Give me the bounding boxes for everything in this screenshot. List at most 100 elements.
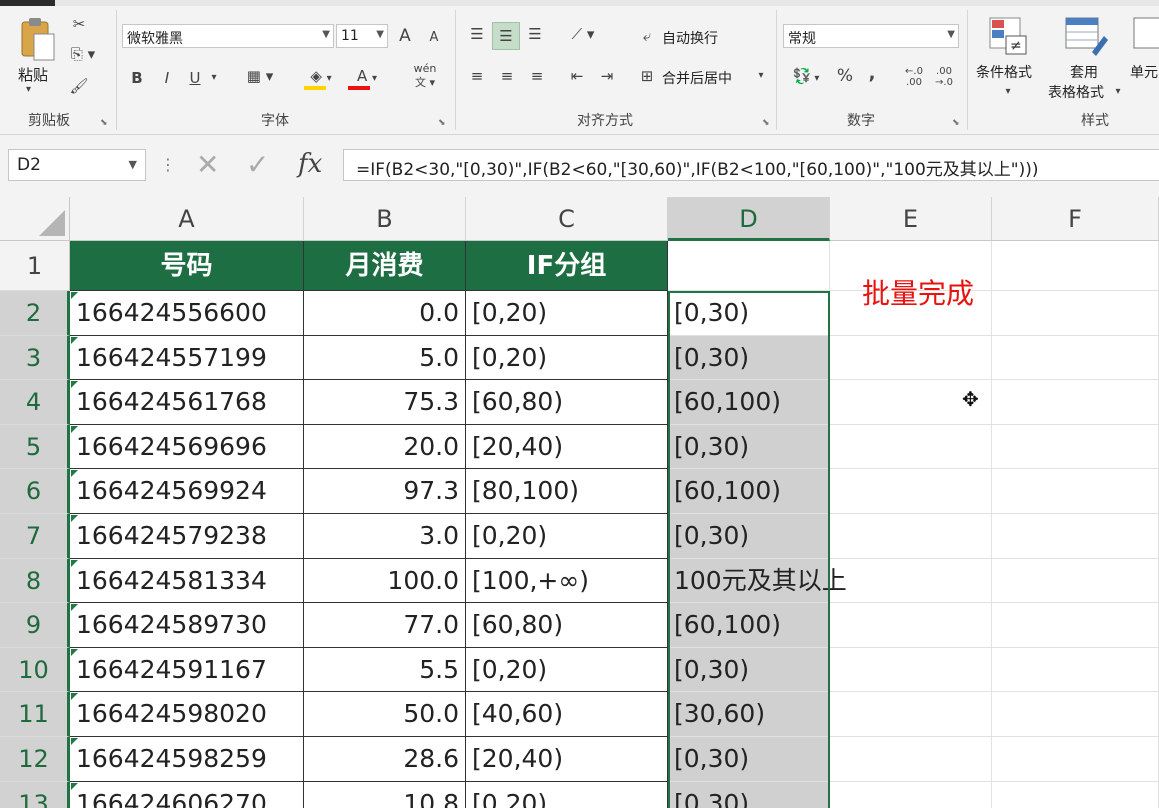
cell-empty[interactable] [830,469,992,514]
phonetic-button[interactable]: wén 文 ▾ [402,62,448,90]
cell-formula-result[interactable]: [0,30) [668,514,830,559]
cell-if-group[interactable]: [100,+∞) [466,558,668,604]
cell-empty[interactable] [992,469,1159,514]
cell-monthly-spend[interactable]: 100.0 [304,558,466,604]
cell-empty[interactable] [992,647,1159,693]
format-as-table-button[interactable]: 套用 表格格式 ▾ [1046,14,1126,102]
row-header[interactable]: 3 [0,335,70,381]
cell-monthly-spend[interactable]: 28.6 [304,737,466,782]
cell-formula-result[interactable]: [0,30) [668,424,830,470]
cell-formula-result[interactable]: [60,100) [668,469,830,514]
cell-if-group[interactable]: [0,20) [466,647,668,693]
cell-phone-number[interactable]: 166424598020 [70,692,304,737]
cell-empty[interactable] [992,335,1159,381]
increase-decimal-icon[interactable]: ←.0.00 [900,66,928,88]
cell-if-group[interactable]: [60,80) [466,603,668,648]
cell-if-group[interactable]: [40,60) [466,692,668,737]
cell-if-group[interactable]: [0,20) [466,291,668,336]
header-cell-b[interactable]: 月消费 [304,241,466,291]
row-header[interactable]: 4 [0,380,70,425]
cell-phone-number[interactable]: 166424589730 [70,603,304,648]
align-bottom-icon[interactable]: ☰ [522,24,548,44]
cell-phone-number[interactable]: 166424598259 [70,737,304,782]
font-name-combo[interactable]: 微软雅黑 ▼ [122,24,334,48]
cell-if-group[interactable]: [20,40) [466,424,668,470]
cell-empty[interactable] [992,514,1159,559]
cell-formula-result[interactable]: 100元及其以上 [668,558,847,604]
cell-formula-result[interactable]: [0,30) [668,737,830,782]
cell-phone-number[interactable]: 166424606270 [70,781,304,808]
align-center-icon[interactable]: ≡ [494,66,520,86]
cell-empty[interactable] [992,603,1159,648]
cell-empty[interactable] [830,647,992,693]
row-header[interactable]: 5 [0,424,70,470]
row-header[interactable]: 12 [0,737,70,782]
cell-empty[interactable] [992,558,1159,604]
wrap-text-button[interactable]: ⤶ 自动换行 [636,24,764,50]
select-all-corner[interactable] [0,197,70,241]
cell-formula-result[interactable]: [60,100) [668,603,830,648]
cell-phone-number[interactable]: 166424579238 [70,514,304,559]
clipboard-launcher-icon[interactable]: ⬊ [100,118,108,128]
row-header[interactable]: 7 [0,514,70,559]
cell-monthly-spend[interactable]: 3.0 [304,514,466,559]
enter-icon[interactable]: ✓ [246,148,269,181]
align-middle-icon[interactable]: ☰ [492,22,520,50]
cell-if-group[interactable]: [0,20) [466,335,668,381]
header-cell-a[interactable]: 号码 [70,241,304,291]
cell-phone-number[interactable]: 166424569924 [70,469,304,514]
cell-empty[interactable] [992,737,1159,782]
cell-if-group[interactable]: [60,80) [466,380,668,425]
row-header[interactable]: 1 [0,241,70,291]
number-launcher-icon[interactable]: ⬊ [952,118,960,128]
cell-formula-result[interactable]: [0,30) [668,647,830,693]
cell-empty[interactable] [992,692,1159,737]
cell-monthly-spend[interactable]: 77.0 [304,603,466,648]
alignment-launcher-icon[interactable]: ⬊ [762,118,770,128]
cell-formula-result[interactable]: [30,60) [668,692,830,737]
cell-phone-number[interactable]: 166424581334 [70,558,304,604]
header-cell-d[interactable] [668,241,830,291]
cell-monthly-spend[interactable]: 10.8 [304,781,466,808]
cell-if-group[interactable]: [20,40) [466,737,668,782]
underline-button[interactable]: U [186,68,204,88]
font-size-combo[interactable]: 11 ▼ [336,24,388,48]
font-launcher-icon[interactable]: ⬊ [438,118,446,128]
more-icon[interactable]: ⋮ [160,155,176,174]
cell-phone-number[interactable]: 166424569696 [70,424,304,470]
cell-phone-number[interactable]: 166424561768 [70,380,304,425]
cell-monthly-spend[interactable]: 0.0 [304,291,466,336]
name-box[interactable]: D2 ▼ [8,149,146,181]
cell-empty[interactable] [830,335,992,381]
increase-indent-icon[interactable]: ⇥ [594,66,620,86]
cell-empty[interactable] [992,291,1159,336]
cell-formula-result[interactable]: [0,30) [668,335,830,381]
align-right-icon[interactable]: ≡ [524,66,550,86]
cell-empty[interactable] [830,424,992,470]
align-left-icon[interactable]: ≡ [464,66,490,86]
row-header[interactable]: 8 [0,558,70,604]
decrease-decimal-icon[interactable]: .00 →.0 [930,66,958,88]
cell-formula-result[interactable]: [0,30) [668,291,830,336]
cell-phone-number[interactable]: 166424556600 [70,291,304,336]
header-cell-c[interactable]: IF分组 [466,241,668,291]
conditional-format-button[interactable]: ≠ 条件格式 ▾ [972,14,1044,102]
number-format-combo[interactable]: 常规 ▼ [783,24,959,48]
insert-function-icon[interactable]: fx [298,149,322,179]
chevron-down-icon[interactable]: ▾ [208,68,220,88]
grow-font-button[interactable]: A [396,26,414,46]
cell-empty[interactable] [830,603,992,648]
cell-empty[interactable] [830,737,992,782]
decrease-indent-icon[interactable]: ⇤ [564,66,590,86]
row-header[interactable]: 6 [0,469,70,514]
column-header-a[interactable]: A [70,197,304,241]
orientation-icon[interactable]: ⟋ ▾ [562,24,604,44]
cell-monthly-spend[interactable]: 5.5 [304,647,466,693]
bold-button[interactable]: B [128,68,146,88]
cell-formula-result[interactable]: [60,100) [668,380,830,425]
column-header-f[interactable]: F [992,197,1159,241]
align-top-icon[interactable]: ☰ [464,24,490,44]
column-header-b[interactable]: B [304,197,466,241]
row-header[interactable]: 2 [0,291,70,336]
copy-icon[interactable]: ⎘ ▾ [68,44,98,64]
